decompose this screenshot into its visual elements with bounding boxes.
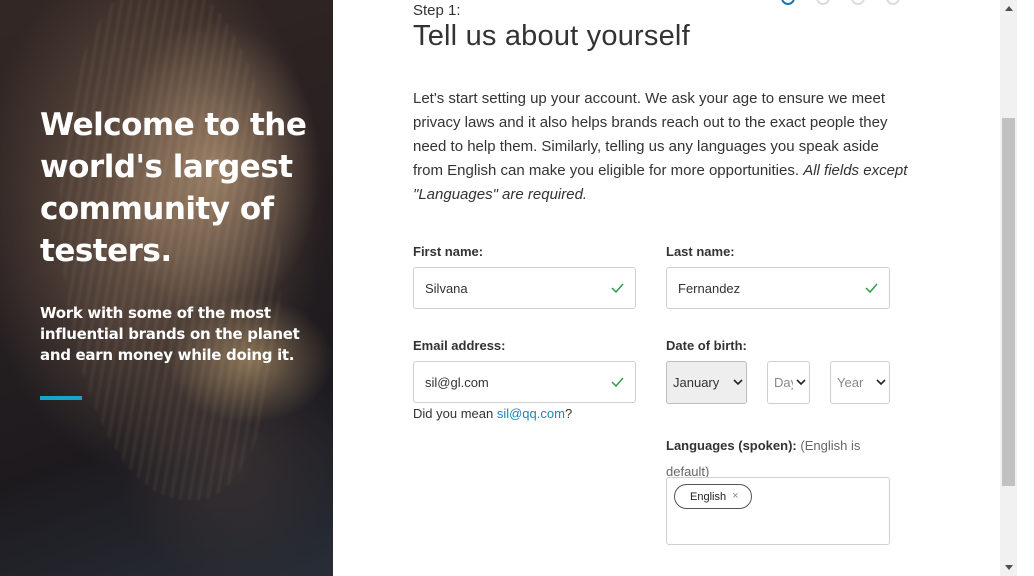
step-dot-2 <box>816 0 830 5</box>
check-icon <box>599 377 635 387</box>
email-label: Email address: <box>413 338 506 353</box>
first-name-field[interactable]: Silvana <box>413 267 636 309</box>
last-name-value: Fernandez <box>678 280 741 296</box>
scroll-down-arrow-icon[interactable] <box>1000 559 1017 576</box>
last-name-label: Last name: <box>666 244 735 259</box>
scrollbar-thumb[interactable] <box>1002 118 1015 486</box>
page-scrollbar[interactable] <box>1000 0 1017 576</box>
dob-year-select[interactable]: Year <box>830 361 890 404</box>
step-progress <box>781 0 900 5</box>
first-name-value: Silvana <box>425 280 468 296</box>
chevron-down-icon <box>793 379 809 386</box>
email-value: sil@gl.com <box>425 374 489 390</box>
dob-day-select[interactable]: Day <box>767 361 810 404</box>
dob-day-placeholder: Day <box>774 375 793 390</box>
languages-hint-1: (English is <box>800 438 861 453</box>
step-label: Step 1: <box>413 2 461 19</box>
step-dot-3 <box>851 0 865 5</box>
email-suggestion: Did you mean sil@qq.com? <box>413 406 572 421</box>
hero-accent-bar <box>40 396 82 400</box>
hero-panel: Welcome to the world's largest community… <box>0 0 333 576</box>
remove-icon[interactable]: × <box>732 491 738 502</box>
languages-multiselect[interactable]: English × <box>666 477 890 545</box>
hero-title: Welcome to the world's largest community… <box>40 107 307 269</box>
dob-year-placeholder: Year <box>837 375 864 390</box>
window-edge <box>1017 0 1034 576</box>
hero-subtitle: Work with some of the most influential b… <box>40 304 300 364</box>
last-name-field[interactable]: Fernandez <box>666 267 890 309</box>
language-chip-label: English <box>690 490 727 503</box>
signup-form-panel: Step 1: Tell us about yourself Let's sta… <box>333 0 1000 576</box>
page-title: Tell us about yourself <box>413 20 690 52</box>
email-field[interactable]: sil@gl.com <box>413 361 636 403</box>
step-dot-4 <box>886 0 900 5</box>
language-chip-english: English × <box>674 484 752 509</box>
step-dot-1 <box>781 0 795 5</box>
scroll-up-arrow-icon[interactable] <box>1000 0 1017 17</box>
dob-label: Date of birth: <box>666 338 747 353</box>
check-icon <box>599 283 635 293</box>
languages-label-text: Languages (spoken): <box>666 438 797 453</box>
dob-month-select[interactable]: January <box>666 361 747 404</box>
suggestion-prefix: Did you mean <box>413 406 497 421</box>
intro-text: Let's start setting up your account. We … <box>413 87 908 207</box>
chevron-down-icon <box>730 379 746 386</box>
suggested-email-link[interactable]: sil@qq.com <box>497 406 565 421</box>
hero-overlay <box>0 0 333 576</box>
dob-month-value: January <box>673 375 720 390</box>
suggestion-suffix: ? <box>564 406 573 421</box>
check-icon <box>853 283 889 293</box>
chevron-down-icon <box>873 379 889 386</box>
first-name-label: First name: <box>413 244 484 259</box>
